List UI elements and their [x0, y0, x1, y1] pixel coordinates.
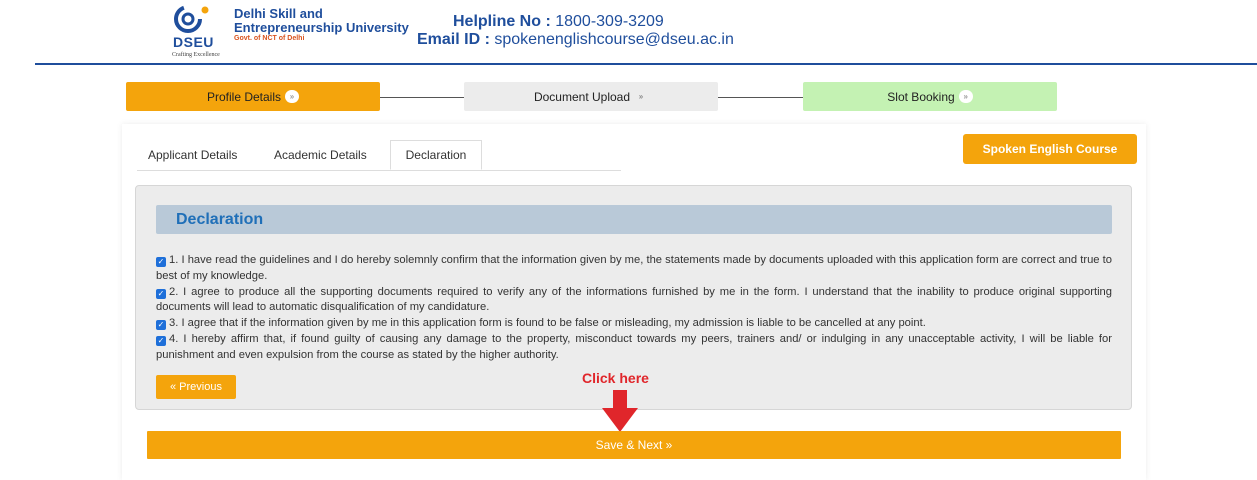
- tab-academic-details[interactable]: Academic Details: [274, 140, 367, 170]
- university-subtitle: Govt. of NCT of Delhi: [234, 35, 305, 42]
- dseu-logo: DSEU Crafting Excellence: [172, 4, 232, 60]
- step-label: Slot Booking: [887, 89, 955, 104]
- email-label: Email ID :: [417, 31, 490, 48]
- previous-button[interactable]: « Previous: [156, 375, 236, 399]
- university-name-line1: Delhi Skill and: [234, 6, 323, 21]
- helpline: Helpline No : 1800-309-3209: [417, 13, 734, 31]
- logo-tagline: Crafting Excellence: [172, 52, 220, 58]
- step-connector: [380, 97, 464, 98]
- university-name-line2: Entrepreneurship University: [234, 20, 409, 35]
- declaration-title: Declaration: [176, 211, 264, 228]
- tab-declaration[interactable]: Declaration: [390, 140, 482, 170]
- contact-info: Helpline No : 1800-309-3209 Email ID : s…: [417, 13, 734, 49]
- site-header: DSEU Crafting Excellence Delhi Skill and…: [0, 0, 1257, 62]
- declaration-item: ✓ 4. I hereby affirm that, if found guilt…: [156, 332, 1112, 364]
- click-here-annotation: Click here: [582, 370, 649, 386]
- step-document-upload[interactable]: Document Upload »: [464, 82, 718, 111]
- tabs-divider: [137, 170, 621, 171]
- email: Email ID : spokenenglishcourse@dseu.ac.i…: [417, 31, 734, 49]
- double-chevron-icon: »: [638, 92, 644, 101]
- step-slot-booking[interactable]: Slot Booking »: [803, 82, 1057, 111]
- declaration-item-text: 3. I agree that if the information given…: [169, 317, 926, 330]
- checkbox-checked-icon[interactable]: ✓: [156, 320, 166, 331]
- step-label: Profile Details: [206, 89, 282, 104]
- checkbox-checked-icon[interactable]: ✓: [156, 257, 166, 267]
- step-label: Document Upload: [533, 89, 631, 104]
- double-chevron-icon: »: [958, 90, 973, 103]
- dseu-logo-icon: [174, 5, 209, 33]
- declaration-item-text: 2. I agree to produce all the supporting…: [156, 285, 1112, 314]
- checkbox-checked-icon[interactable]: ✓: [156, 288, 166, 299]
- declaration-item: ✓ 1. I have read the guidelines and I do …: [156, 253, 1112, 285]
- helpline-number: 1800-309-3209: [555, 13, 664, 30]
- helpline-label: Helpline No :: [453, 13, 551, 30]
- tab-applicant-details[interactable]: Applicant Details: [148, 140, 237, 170]
- save-next-button[interactable]: Save & Next »: [147, 431, 1121, 459]
- double-chevron-icon: »: [285, 90, 300, 103]
- declaration-item: ✓ 2. I agree to produce all the supportin…: [156, 285, 1112, 317]
- declaration-header: Declaration: [156, 205, 1112, 234]
- declaration-item-text: 1. I have read the guidelines and I do h…: [156, 254, 1112, 282]
- red-down-arrow-icon: [602, 390, 638, 432]
- university-name: Delhi Skill and Entrepreneurship Univers…: [234, 7, 409, 35]
- declaration-list: ✓ 1. I have read the guidelines and I do …: [156, 253, 1112, 364]
- step-profile-details[interactable]: Profile Details »: [126, 82, 380, 111]
- checkbox-checked-icon[interactable]: ✓: [156, 335, 166, 346]
- email-address: spokenenglishcourse@dseu.ac.in: [494, 31, 734, 48]
- spoken-english-course-button[interactable]: Spoken English Course: [963, 134, 1137, 164]
- logo-abbr: DSEU: [173, 34, 214, 50]
- declaration-item-text: 4. I hereby affirm that, if found guilty…: [156, 332, 1112, 361]
- step-connector: [718, 97, 803, 98]
- header-divider: [35, 63, 1257, 65]
- declaration-item: ✓ 3. I agree that if the information give…: [156, 316, 1112, 332]
